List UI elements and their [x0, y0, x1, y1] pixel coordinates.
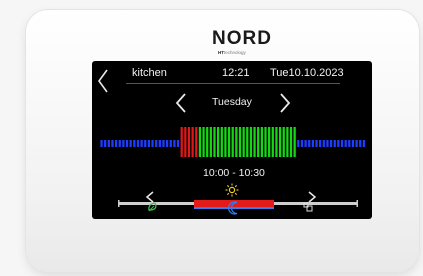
schedule-period-bar[interactable]	[260, 127, 263, 157]
schedule-period-bar[interactable]	[329, 140, 333, 147]
day-label: Tuesday	[212, 96, 252, 108]
schedule-period-bar[interactable]	[359, 140, 362, 147]
schedule-period-bar[interactable]	[344, 140, 347, 147]
schedule-period-bar[interactable]	[264, 127, 267, 157]
clock-time: 12:21	[222, 67, 250, 79]
schedule-period-bar[interactable]	[224, 127, 227, 157]
schedule-period-bar[interactable]	[297, 140, 300, 147]
schedule-period-bar[interactable]	[355, 140, 358, 147]
back-chevron-icon[interactable]	[96, 67, 110, 95]
schedule-period-bar[interactable]	[249, 127, 253, 157]
schedule-period-bar[interactable]	[311, 140, 314, 147]
schedule-period-bar[interactable]	[304, 140, 307, 147]
schedule-period-bar[interactable]	[191, 127, 194, 157]
next-day-chevron-icon[interactable]	[278, 91, 292, 115]
schedule-period-bar[interactable]	[206, 127, 209, 157]
schedule-period-bar[interactable]	[213, 127, 216, 157]
touch-screen: kitchen 12:21 Tue10.10.2023 Tuesday 10:0…	[92, 61, 372, 219]
schedule-period-bar[interactable]	[362, 140, 366, 147]
schedule-period-bar[interactable]	[140, 140, 143, 147]
header-divider	[126, 83, 340, 84]
schedule-period-bar[interactable]	[278, 127, 282, 157]
schedule-period-bar[interactable]	[319, 140, 322, 147]
schedule-period-bar[interactable]	[165, 140, 169, 147]
schedule-period-bar[interactable]	[220, 127, 223, 157]
schedule-period-bar[interactable]	[169, 140, 172, 147]
schedule-period-bar[interactable]	[155, 140, 158, 147]
schedule-period-bar[interactable]	[286, 127, 289, 157]
schedule-period-bar[interactable]	[293, 127, 296, 157]
schedule-period-bar[interactable]	[217, 127, 220, 157]
schedule-period-bar[interactable]	[340, 140, 344, 147]
schedule-period-bar[interactable]	[104, 140, 107, 147]
schedule-period-bar[interactable]	[315, 140, 318, 147]
brand-name: NORD	[212, 28, 272, 49]
track-tick-left	[118, 200, 120, 207]
schedule-period-bar[interactable]	[114, 140, 118, 147]
schedule-period-bar[interactable]	[238, 127, 242, 157]
schedule-period-bar[interactable]	[184, 127, 187, 157]
schedule-period-bar[interactable]	[195, 127, 198, 157]
eco-icon[interactable]	[146, 201, 160, 213]
sun-icon[interactable]	[225, 183, 239, 197]
schedule-period-bar[interactable]	[129, 140, 132, 147]
schedule-period-bar[interactable]	[246, 127, 249, 157]
schedule-period-bar[interactable]	[202, 127, 205, 157]
schedule-period-bar[interactable]	[158, 140, 161, 147]
schedule-period-bar[interactable]	[187, 127, 191, 157]
schedule-period-bar[interactable]	[144, 140, 147, 147]
schedule-period-bar[interactable]	[308, 140, 311, 147]
schedule-period-bar[interactable]	[151, 140, 154, 147]
schedule-period-bar[interactable]	[122, 140, 125, 147]
track-tick-right	[356, 200, 358, 207]
schedule-period-bar[interactable]	[253, 127, 256, 157]
brand-subtitle-rest: technology	[224, 50, 246, 55]
schedule-period-bar[interactable]	[271, 127, 274, 157]
schedule-period-bar[interactable]	[275, 127, 278, 157]
schedule-period-bar[interactable]	[231, 127, 234, 157]
schedule-period-bar[interactable]	[118, 140, 121, 147]
schedule-period-bar[interactable]	[242, 127, 245, 157]
schedule-period-bar[interactable]	[198, 127, 202, 157]
schedule-period-bar[interactable]	[337, 140, 340, 147]
selected-time-range: 10:00 - 10:30	[203, 167, 265, 179]
schedule-period-bar[interactable]	[147, 140, 151, 147]
schedule-period-bar[interactable]	[180, 127, 183, 157]
antifreeze-icon[interactable]	[302, 201, 314, 213]
schedule-period-bar[interactable]	[348, 140, 351, 147]
moon-icon[interactable]	[228, 201, 240, 215]
schedule-period-bar[interactable]	[107, 140, 110, 147]
schedule-period-bar[interactable]	[326, 140, 329, 147]
schedule-period-bar[interactable]	[333, 140, 336, 147]
schedule-period-bar[interactable]	[289, 127, 293, 157]
schedule-period-bar[interactable]	[176, 140, 180, 147]
schedule-period-bar[interactable]	[282, 127, 285, 157]
schedule-period-bar[interactable]	[100, 140, 103, 147]
schedule-period-bar[interactable]	[133, 140, 136, 147]
schedule-period-bar[interactable]	[162, 140, 165, 147]
schedule-period-bar[interactable]	[300, 140, 304, 147]
daily-schedule-bars[interactable]	[100, 127, 366, 157]
schedule-period-bar[interactable]	[235, 127, 238, 157]
schedule-period-bar[interactable]	[268, 127, 271, 157]
previous-day-chevron-icon[interactable]	[174, 91, 188, 115]
schedule-period-bar[interactable]	[322, 140, 325, 147]
brand-subtitle: HTtechnology	[218, 50, 246, 55]
brand-logo: NORD HTtechnology	[212, 28, 302, 58]
schedule-period-bar[interactable]	[351, 140, 355, 147]
schedule-period-bar[interactable]	[227, 127, 231, 157]
schedule-period-bar[interactable]	[257, 127, 260, 157]
room-name: kitchen	[132, 67, 167, 79]
schedule-period-bar[interactable]	[173, 140, 176, 147]
schedule-period-bar[interactable]	[111, 140, 114, 147]
schedule-period-bar[interactable]	[209, 127, 212, 157]
schedule-period-bar[interactable]	[136, 140, 140, 147]
schedule-period-bar[interactable]	[125, 140, 129, 147]
current-date: Tue10.10.2023	[270, 67, 344, 79]
